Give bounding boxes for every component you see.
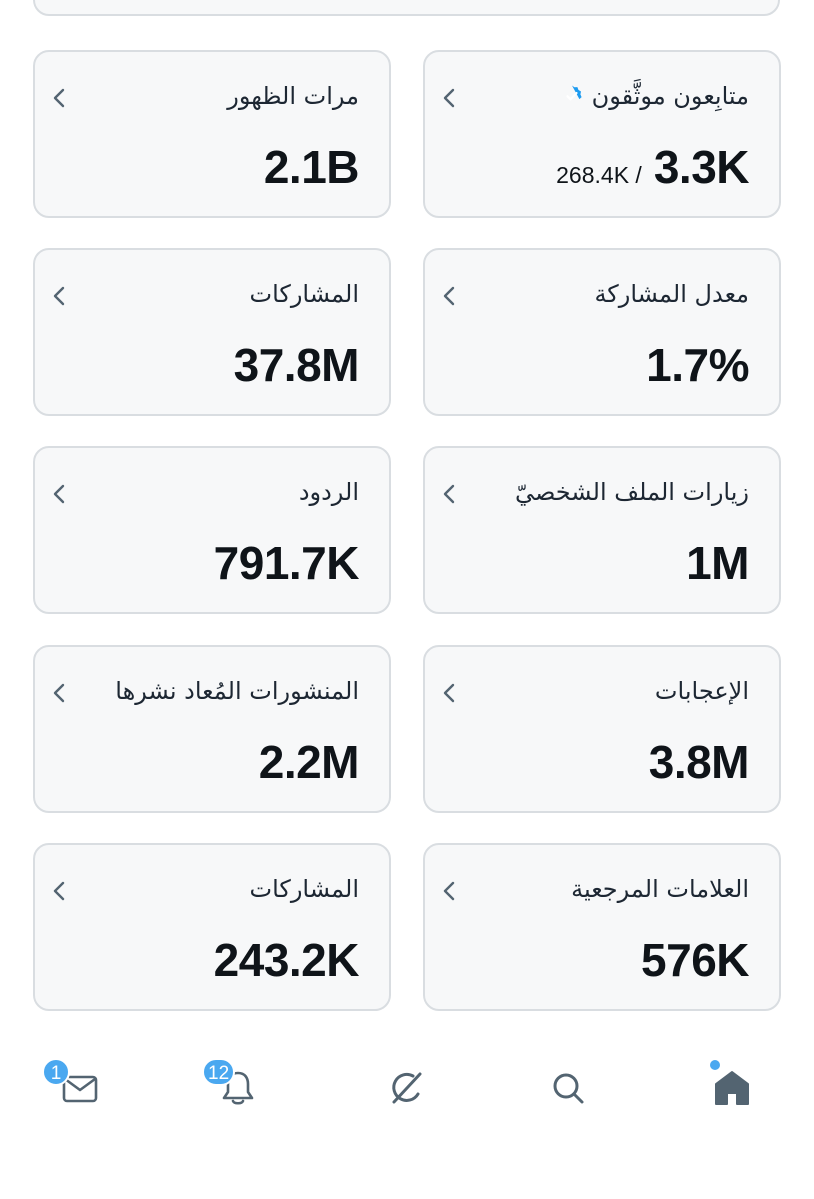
messages-badge: 1: [42, 1058, 70, 1086]
reposts-value: 2.2M: [258, 736, 360, 788]
nav-home[interactable]: [702, 1058, 762, 1118]
card-title: زيارات الملف الشخصيّ: [514, 478, 749, 506]
card-title: المشاركات: [249, 875, 360, 903]
chevron-left-icon: [443, 286, 455, 306]
card-title: الردود: [298, 478, 359, 506]
bottom-nav: 1 12: [0, 1040, 814, 1140]
new-content-dot: [710, 1060, 720, 1070]
verified-followers-value: 3.3K: [653, 141, 750, 193]
likes-value: 3.8M: [648, 736, 750, 788]
search-icon: [553, 1073, 584, 1104]
card-title: العلامات المرجعية: [571, 875, 749, 903]
card-title: الإعجابات: [654, 677, 749, 705]
replies-card[interactable]: الردود 791.7K: [33, 446, 391, 614]
chevron-left-icon: [53, 881, 65, 901]
reposts-card[interactable]: المنشورات المُعاد نشرها 2.2M: [33, 645, 391, 813]
engagements-value: 37.8M: [233, 339, 360, 391]
notifications-badge: 12: [202, 1058, 236, 1086]
engagements-card[interactable]: المشاركات 37.8M: [33, 248, 391, 416]
impressions-card[interactable]: مرات الظهور 2.1B: [33, 50, 391, 218]
card-title: متابِعون موثَّقون: [560, 82, 749, 110]
bookmarks-value: 576K: [641, 934, 749, 986]
value-row: 268.4K / 3.3K: [556, 140, 749, 194]
chevron-left-icon: [53, 484, 65, 504]
verified-followers-card[interactable]: متابِعون موثَّقون 268.4K / 3.3K: [423, 50, 781, 218]
chevron-left-icon: [443, 683, 455, 703]
chevron-left-icon: [53, 683, 65, 703]
home-icon: [715, 1071, 749, 1105]
card-title: مرات الظهور: [227, 82, 359, 110]
card-title: معدل المشاركة: [594, 280, 749, 308]
shares-card[interactable]: المشاركات 243.2K: [33, 843, 391, 1011]
chevron-left-icon: [443, 484, 455, 504]
profile-visits-value: 1M: [686, 537, 749, 589]
previous-card[interactable]: [33, 0, 780, 16]
verified-badge-icon: [565, 85, 582, 101]
nav-messages[interactable]: 1: [42, 1058, 110, 1118]
impressions-value: 2.1B: [263, 141, 360, 193]
card-title: المنشورات المُعاد نشرها: [115, 677, 359, 705]
nav-search[interactable]: [538, 1058, 598, 1118]
total-followers: 268.4K /: [556, 162, 642, 188]
grok-icon: [392, 1072, 422, 1104]
bookmarks-card[interactable]: العلامات المرجعية 576K: [423, 843, 781, 1011]
replies-value: 791.7K: [213, 537, 360, 589]
nav-notifications[interactable]: 12: [202, 1058, 268, 1118]
shares-value: 243.2K: [213, 934, 360, 986]
profile-visits-card[interactable]: زيارات الملف الشخصيّ 1M: [423, 446, 781, 614]
card-title: المشاركات: [249, 280, 360, 308]
engagement-rate-card[interactable]: معدل المشاركة 1.7%: [423, 248, 781, 416]
nav-grok[interactable]: [376, 1058, 436, 1118]
card-title-label: متابِعون موثَّقون: [591, 82, 749, 110]
chevron-left-icon: [53, 286, 65, 306]
chevron-left-icon: [443, 88, 455, 108]
engagement-rate-value: 1.7%: [646, 339, 749, 391]
chevron-left-icon: [443, 881, 455, 901]
chevron-left-icon: [53, 88, 65, 108]
likes-card[interactable]: الإعجابات 3.8M: [423, 645, 781, 813]
